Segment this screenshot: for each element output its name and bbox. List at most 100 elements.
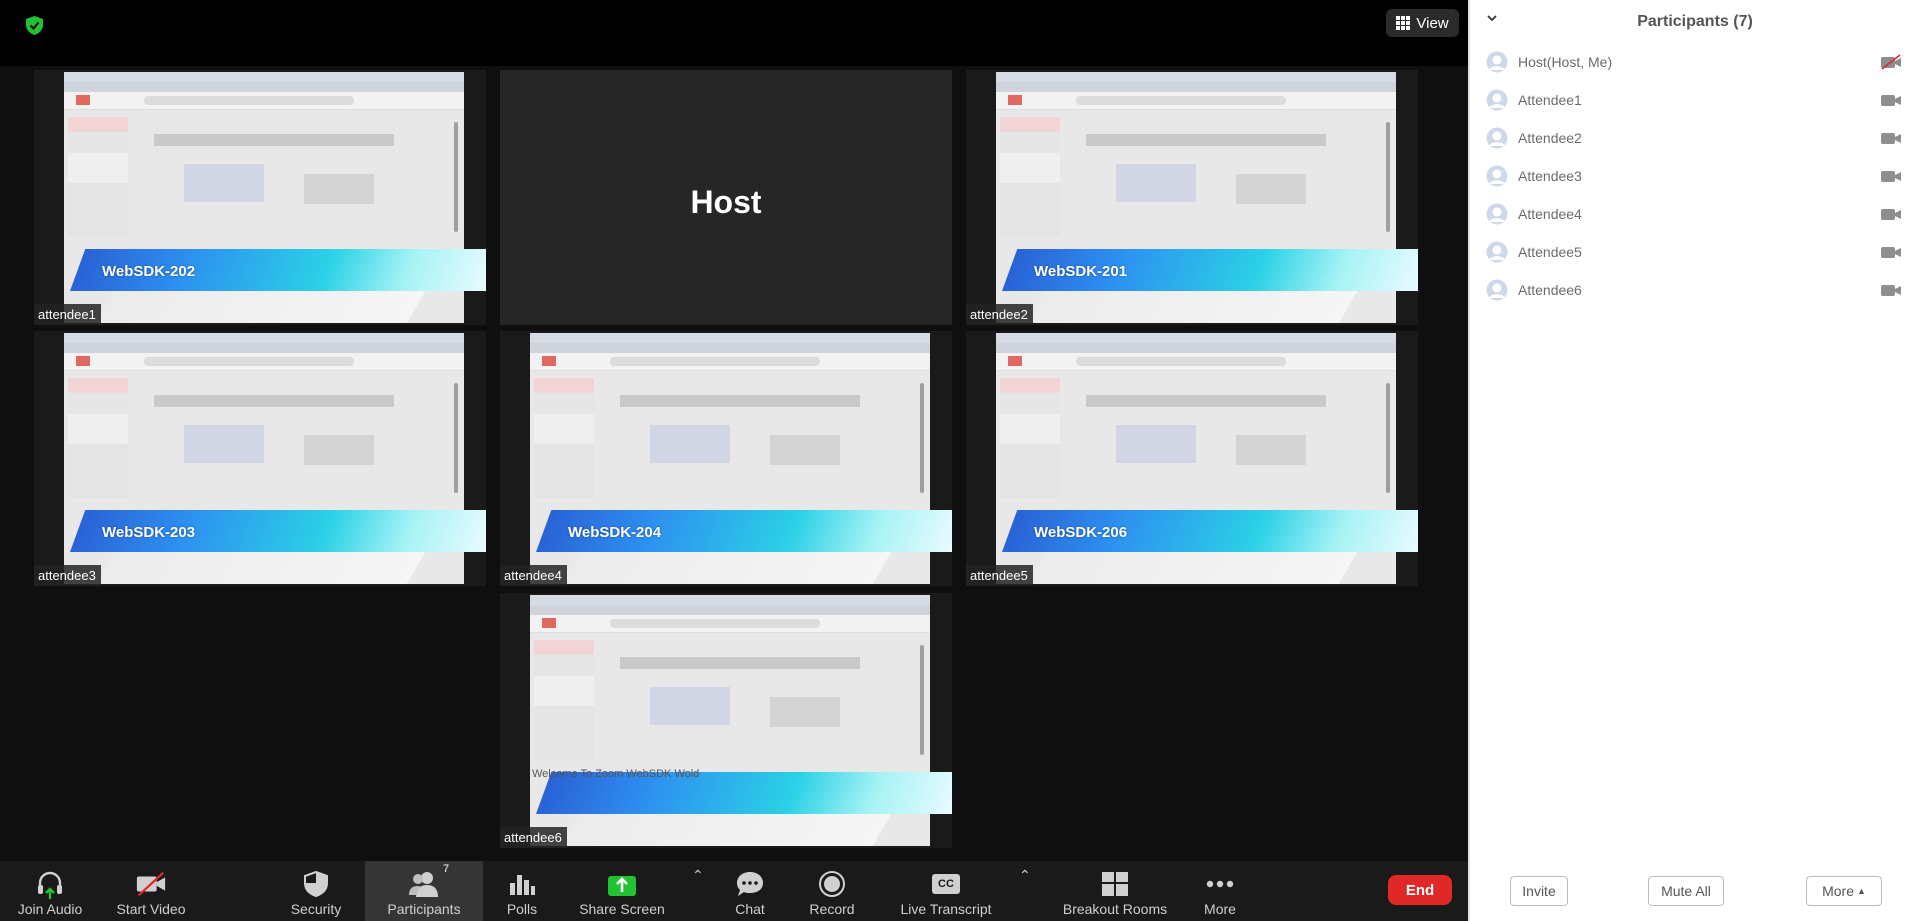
breakout-rooms-label: Breakout Rooms [1062,901,1168,917]
video-tile[interactable]: WebSDK-206 attendee5 [966,331,1418,586]
participant-name-tag: attendee3 [34,565,101,586]
participant-name-tag: attendee6 [500,827,567,848]
participants-count-badge: 7 [443,863,450,875]
participant-name-tag: attendee4 [500,565,567,586]
participant-row[interactable]: Attendee4 [1470,194,1920,232]
grid-icon [1396,16,1411,30]
participant-row[interactable]: Attendee1 [1470,80,1920,118]
video-camera-icon[interactable] [1880,244,1902,260]
more-options-button[interactable]: More ▲ [1806,876,1882,906]
avatar-icon [1486,51,1508,73]
more-button[interactable]: More [1196,861,1244,921]
video-camera-icon[interactable] [1880,130,1902,146]
panel-title: Participants (7) [1637,13,1753,30]
video-tile[interactable]: WebSDK-203 attendee3 [34,331,486,586]
participant-row[interactable]: Attendee3 [1470,156,1920,194]
invite-button[interactable]: Invite [1510,876,1568,906]
avatar-icon [1486,89,1508,111]
video-camera-icon[interactable] [1880,168,1902,184]
end-meeting-button[interactable]: End [1388,875,1452,905]
closed-caption-icon: CC [932,874,960,894]
host-name-display: Host [690,184,762,220]
video-camera-icon[interactable] [1880,92,1902,108]
join-audio-button[interactable]: Join Audio [10,861,90,921]
more-dots-icon [1206,880,1234,888]
record-icon [819,871,845,897]
participant-name: Attendee6 [1518,282,1582,298]
meeting-area: View WebSDK-202 attendee1 Host WebSDK-20… [0,0,1468,921]
bar-chart-icon [510,875,535,895]
participant-row[interactable]: Host(Host, Me) [1470,42,1920,80]
headphones-icon [38,871,62,899]
share-screen-button[interactable]: Share Screen [576,861,668,921]
record-button[interactable]: Record [802,861,862,921]
video-tile[interactable]: WebSDK-204 attendee4 [500,331,952,586]
video-camera-icon[interactable] [1880,206,1902,222]
security-button[interactable]: Security [281,861,351,921]
participant-row[interactable]: Attendee2 [1470,118,1920,156]
video-off-icon[interactable] [1880,54,1902,70]
polls-button[interactable]: Polls [496,861,548,921]
video-caption-text: Welcome To Zoom WebSDK Wold [532,768,700,780]
video-off-icon [136,871,166,897]
participant-name-tag: attendee5 [966,565,1033,586]
top-bar: View [0,0,1468,66]
start-video-label: Start Video [116,901,186,917]
avatar-icon [1486,127,1508,149]
video-tile[interactable]: WebSDK-202 attendee1 [34,70,486,325]
encryption-shield-icon[interactable] [26,16,43,35]
participant-name-tag: attendee2 [966,304,1033,325]
participant-name-tag: attendee1 [34,304,101,325]
video-banner-label: WebSDK-201 [1034,263,1128,280]
chat-label: Chat [735,901,765,917]
start-video-button[interactable]: Start Video [106,861,196,921]
participant-name: Attendee2 [1518,130,1582,146]
record-label: Record [809,901,855,917]
video-banner-label: WebSDK-202 [102,263,196,280]
video-tile[interactable]: WebSDK-201 attendee2 [966,70,1418,325]
video-banner-label: WebSDK-203 [102,524,196,541]
participants-label: Participants [387,901,461,917]
view-label: View [1416,14,1449,32]
live-transcript-button[interactable]: CC Live Transcript [896,861,996,921]
live-transcript-label: Live Transcript [900,901,992,917]
more-label: More [1204,901,1236,917]
avatar-icon [1486,203,1508,225]
panel-header: Participants (7) [1470,0,1920,42]
participants-panel: Participants (7) Host(Host, Me) Attendee… [1468,0,1920,921]
participant-name: Attendee1 [1518,92,1582,108]
host-video-tile[interactable]: Host [500,70,952,325]
participant-name: Attendee3 [1518,168,1582,184]
chat-button[interactable]: Chat [726,861,774,921]
panel-footer: Invite Mute All More ▲ [1470,861,1920,921]
join-audio-label: Join Audio [17,901,83,917]
breakout-rooms-icon [1102,872,1128,896]
share-options-caret-icon[interactable]: ⌃ [692,867,704,884]
polls-label: Polls [506,901,538,917]
caret-up-icon: ▲ [1856,886,1866,896]
participants-button[interactable]: Participants 7 [365,861,483,921]
video-banner-label: WebSDK-206 [1034,524,1128,541]
mute-all-button[interactable]: Mute All [1648,876,1724,906]
avatar-icon [1486,279,1508,301]
chat-bubble-icon [737,872,763,896]
view-button[interactable]: View [1386,9,1459,37]
breakout-rooms-button[interactable]: Breakout Rooms [1060,861,1170,921]
security-label: Security [290,901,342,917]
video-banner-label: WebSDK-204 [568,524,662,541]
video-gallery: WebSDK-202 attendee1 Host WebSDK-201 att… [0,66,1468,861]
share-screen-icon [608,876,636,896]
participant-name: Attendee5 [1518,244,1582,260]
more-options-label: More [1822,883,1854,899]
participant-row[interactable]: Attendee5 [1470,232,1920,270]
avatar-icon [1486,165,1508,187]
share-screen-label: Share Screen [579,901,665,917]
transcript-options-caret-icon[interactable]: ⌃ [1019,867,1031,884]
participants-icon [409,872,438,897]
participant-row[interactable]: Attendee6 [1470,270,1920,308]
video-tile[interactable]: Welcome To Zoom WebSDK Wold attendee6 [500,593,952,848]
avatar-icon [1486,241,1508,263]
participant-name: Host(Host, Me) [1518,54,1613,70]
shield-icon [304,871,328,897]
video-camera-icon[interactable] [1880,282,1902,298]
